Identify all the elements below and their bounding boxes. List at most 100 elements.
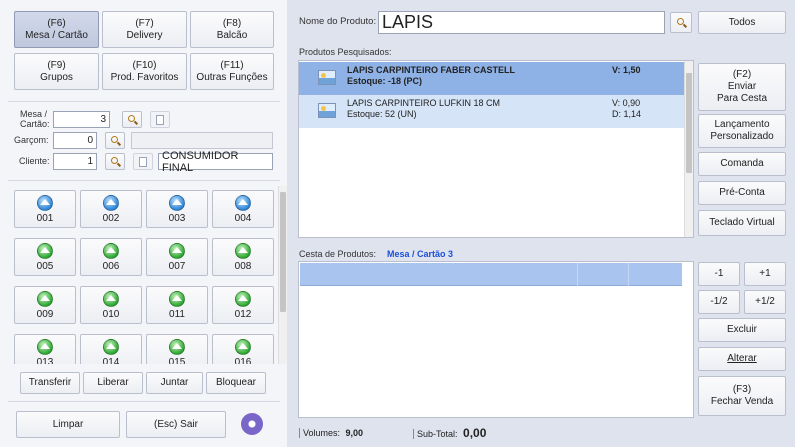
bloquear-button[interactable]: Bloquear — [206, 372, 266, 394]
table-tile[interactable]: 015 — [146, 334, 208, 364]
results-scrollbar[interactable] — [684, 61, 693, 237]
grupos-key: (F9) — [47, 59, 66, 71]
outras-funcoes-button[interactable]: (F11) Outras Funções — [190, 53, 274, 90]
comanda-button[interactable]: Comanda — [698, 152, 786, 176]
table-tile[interactable]: 009 — [14, 286, 76, 324]
table-number: 006 — [102, 260, 120, 272]
minus-one-button[interactable]: -1 — [698, 262, 740, 286]
garcom-search-button[interactable] — [105, 132, 125, 149]
result-row-1[interactable]: LAPIS CARPINTEIRO FABER CASTELL Estoque:… — [299, 62, 693, 95]
delivery-button[interactable]: (F7) Delivery — [102, 11, 187, 48]
pre-conta-button[interactable]: Pré-Conta — [698, 181, 786, 205]
mesa-doc-button[interactable] — [150, 111, 170, 128]
cliente-doc-button[interactable] — [133, 153, 153, 170]
fechar-label: Fechar Venda — [710, 396, 774, 407]
gear-icon[interactable] — [241, 413, 263, 435]
subtotal-value: 0,00 — [463, 426, 487, 440]
table-tile[interactable]: 016 — [212, 334, 274, 364]
mesa-label-line1: Mesa / — [20, 109, 48, 119]
search-icon — [127, 115, 135, 122]
excluir-button[interactable]: Excluir — [698, 318, 786, 342]
table-tile[interactable]: 011 — [146, 286, 208, 324]
table-number: 012 — [234, 308, 252, 320]
table-number: 010 — [102, 308, 120, 320]
scroll-thumb[interactable] — [280, 192, 286, 312]
limpar-button[interactable]: Limpar — [16, 411, 120, 438]
arrow-up-icon — [106, 247, 116, 253]
juntar-button[interactable]: Juntar — [146, 372, 203, 394]
arrow-up-icon — [40, 247, 50, 253]
tables-scrollbar[interactable] — [278, 186, 287, 364]
alterar-button[interactable]: Alterar — [698, 347, 786, 371]
liberar-button[interactable]: Liberar — [83, 372, 143, 394]
result-row-2[interactable]: LAPIS CARPINTEIRO LUFKIN 18 CM Estoque: … — [299, 95, 693, 128]
mesa-label: Mesa / Cartão — [25, 29, 88, 41]
mesa-cartao-button[interactable]: (F6) Mesa / Cartão — [14, 11, 99, 48]
cesta-target: Mesa / Cartão 3 — [387, 249, 454, 259]
table-tile[interactable]: 012 — [212, 286, 274, 324]
arrow-up-icon — [238, 247, 248, 253]
table-tile[interactable]: 007 — [146, 238, 208, 276]
product-name-input[interactable]: LAPIS — [378, 11, 665, 34]
table-number: 001 — [36, 212, 54, 224]
plus-half-button[interactable]: +1/2 — [744, 290, 786, 314]
minus-half-button[interactable]: -1/2 — [698, 290, 740, 314]
status-up-icon — [103, 290, 119, 307]
cliente-search-button[interactable] — [105, 153, 125, 170]
fechar-venda-button[interactable]: (F3) Fechar Venda — [698, 376, 786, 416]
balcao-key: (F8) — [222, 17, 242, 29]
product-image-icon — [318, 103, 336, 118]
favoritos-button[interactable]: (F10) Prod. Favoritos — [102, 53, 187, 90]
table-tile[interactable]: 014 — [80, 334, 142, 364]
divider — [8, 401, 280, 402]
cliente-name-field: CONSUMIDOR FINAL — [158, 150, 273, 174]
grupos-label: Grupos — [40, 71, 73, 83]
arrow-up-icon — [172, 247, 182, 253]
sair-button[interactable]: (Esc) Sair — [126, 411, 226, 438]
table-tile[interactable]: 013 — [14, 334, 76, 364]
cliente-field-label: Cliente: — [19, 156, 50, 166]
status-up-icon — [169, 242, 185, 259]
table-number: 007 — [168, 260, 186, 272]
divider — [8, 180, 280, 181]
grupos-button[interactable]: (F9) Grupos — [14, 53, 99, 90]
mesa-search-button[interactable] — [122, 111, 142, 128]
enviar-key: (F2) — [732, 69, 752, 80]
scroll-thumb[interactable] — [686, 73, 692, 173]
result-2-name: LAPIS CARPINTEIRO LUFKIN 18 CM — [347, 98, 501, 108]
status-up-icon — [235, 338, 251, 355]
table-tile[interactable]: 010 — [80, 286, 142, 324]
table-tile[interactable]: 006 — [80, 238, 142, 276]
table-tile[interactable]: 002 — [80, 190, 142, 228]
garcom-input[interactable]: 0 — [53, 132, 97, 149]
arrow-up-icon — [106, 343, 116, 349]
enviar-label-2: Para Cesta — [716, 93, 768, 104]
lancamento-personalizado-button[interactable]: Lançamento Personalizado — [698, 114, 786, 148]
balcao-button[interactable]: (F8) Balcão — [190, 11, 274, 48]
status-up-icon — [235, 194, 251, 211]
divider — [8, 101, 280, 102]
plus-one-button[interactable]: +1 — [744, 262, 786, 286]
table-number: 005 — [36, 260, 54, 272]
status-up-icon — [103, 338, 119, 355]
arrow-up-icon — [40, 199, 50, 205]
arrow-up-icon — [238, 343, 248, 349]
col-divider — [577, 263, 578, 286]
mesa-input[interactable]: 3 — [53, 111, 110, 128]
subtotal-label: Sub-Total: — [413, 429, 458, 439]
cliente-input[interactable]: 1 — [53, 153, 97, 170]
subtotal-display: Sub-Total: 0,00 — [413, 426, 486, 440]
status-up-icon — [235, 242, 251, 259]
enviar-cesta-button[interactable]: (F2) Enviar Para Cesta — [698, 63, 786, 111]
table-tile[interactable]: 005 — [14, 238, 76, 276]
transferir-button[interactable]: Transferir — [20, 372, 80, 394]
table-tile[interactable]: 001 — [14, 190, 76, 228]
table-tile[interactable]: 008 — [212, 238, 274, 276]
table-tile[interactable]: 003 — [146, 190, 208, 228]
teclado-virtual-button[interactable]: Teclado Virtual — [698, 210, 786, 236]
todos-button[interactable]: Todos — [698, 11, 786, 34]
search-icon — [110, 157, 118, 164]
product-search-button[interactable] — [670, 12, 692, 33]
col-divider — [628, 263, 629, 286]
table-tile[interactable]: 004 — [212, 190, 274, 228]
